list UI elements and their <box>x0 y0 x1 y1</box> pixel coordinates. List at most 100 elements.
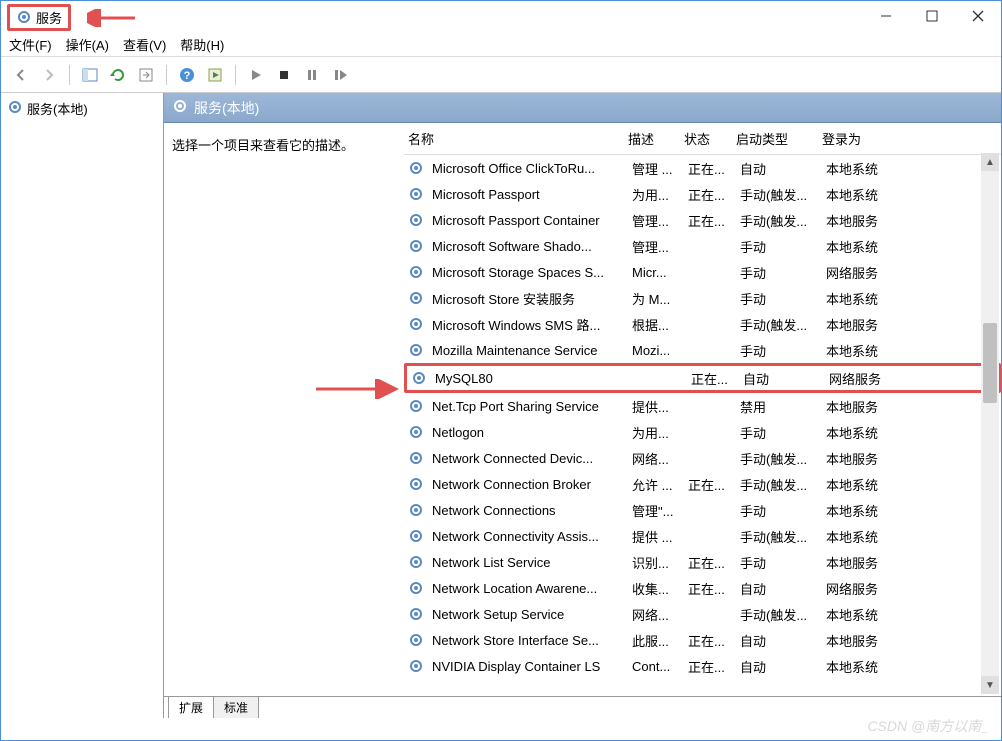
col-header-startup[interactable]: 启动类型 <box>732 123 818 154</box>
service-desc: 收集... <box>628 579 684 598</box>
service-icon <box>408 580 424 596</box>
minimize-button[interactable] <box>863 1 909 31</box>
service-logon: 本地系统 <box>822 605 902 624</box>
services-icon <box>16 9 32 25</box>
service-logon: 本地系统 <box>822 657 902 676</box>
scroll-thumb[interactable] <box>983 323 997 403</box>
service-startup: 手动 <box>736 341 822 360</box>
service-icon <box>408 342 424 358</box>
service-row[interactable]: Network Connection Broker允许 ...正在...手动(触… <box>404 471 1001 497</box>
service-row[interactable]: Netlogon为用...手动本地系统 <box>404 419 1001 445</box>
service-row[interactable]: Network Connected Devic...网络...手动(触发...本… <box>404 445 1001 471</box>
service-row[interactable]: Network Store Interface Se...此服...正在...自… <box>404 627 1001 653</box>
service-row[interactable]: Network Connectivity Assis...提供 ...手动(触发… <box>404 523 1001 549</box>
scroll-down-button[interactable]: ▼ <box>981 676 999 694</box>
menu-help[interactable]: 帮助(H) <box>180 35 224 54</box>
service-logon: 本地系统 <box>822 341 902 360</box>
service-status: 正在... <box>684 159 736 178</box>
scrollbar[interactable]: ▲ ▼ <box>981 153 999 694</box>
service-name: Mozilla Maintenance Service <box>428 343 628 358</box>
service-startup: 手动(触发... <box>736 449 822 468</box>
service-status: 正在... <box>687 369 739 388</box>
service-icon <box>408 212 424 228</box>
export-button[interactable] <box>134 63 158 87</box>
service-icon <box>408 632 424 648</box>
service-startup: 自动 <box>739 369 825 388</box>
service-startup: 手动(触发... <box>736 211 822 230</box>
pause-service-button[interactable] <box>300 63 324 87</box>
service-desc: 管理 ... <box>628 159 684 178</box>
service-icon <box>408 450 424 466</box>
service-icon <box>408 424 424 440</box>
service-startup: 自动 <box>736 657 822 676</box>
help-button[interactable]: ? <box>175 63 199 87</box>
service-row[interactable]: Network Connections管理"...手动本地系统 <box>404 497 1001 523</box>
service-row[interactable]: Microsoft Windows SMS 路...根据...手动(触发...本… <box>404 311 1001 337</box>
service-desc: 为用... <box>628 185 684 204</box>
service-desc: 此服... <box>628 631 684 650</box>
service-desc: 网络... <box>628 605 684 624</box>
service-name: Network Connection Broker <box>428 477 628 492</box>
toolbar-separator <box>69 65 70 85</box>
service-logon: 网络服务 <box>822 579 902 598</box>
service-logon: 本地系统 <box>822 289 902 308</box>
menu-action[interactable]: 操作(A) <box>66 35 109 54</box>
service-icon <box>408 476 424 492</box>
service-desc: 根据... <box>628 315 684 334</box>
col-header-status[interactable]: 状态 <box>680 123 732 154</box>
service-status: 正在... <box>684 211 736 230</box>
service-icon <box>408 160 424 176</box>
service-desc: 提供 ... <box>628 527 684 546</box>
start-service-button[interactable] <box>244 63 268 87</box>
close-button[interactable] <box>955 1 1001 31</box>
svg-text:?: ? <box>184 70 191 82</box>
service-name: Microsoft Passport <box>428 187 628 202</box>
service-row[interactable]: Microsoft Passport Container管理...正在...手动… <box>404 207 1001 233</box>
menubar: 文件(F) 操作(A) 查看(V) 帮助(H) <box>1 33 1001 57</box>
service-row[interactable]: Microsoft Passport为用...正在...手动(触发...本地系统 <box>404 181 1001 207</box>
service-row[interactable]: Microsoft Storage Spaces S...Micr...手动网络… <box>404 259 1001 285</box>
service-row[interactable]: Microsoft Store 安装服务为 M...手动本地系统 <box>404 285 1001 311</box>
description-prompt: 选择一个项目来查看它的描述。 <box>172 138 354 153</box>
service-name: Network Location Awarene... <box>428 581 628 596</box>
menu-view[interactable]: 查看(V) <box>123 35 166 54</box>
service-row[interactable]: Network Location Awarene...收集...正在...自动网… <box>404 575 1001 601</box>
tab-standard[interactable]: 标准 <box>213 696 259 718</box>
restart-service-button[interactable] <box>328 63 352 87</box>
service-row[interactable]: NVIDIA Display Container LSCont...正在...自… <box>404 653 1001 679</box>
menu-file[interactable]: 文件(F) <box>9 35 52 54</box>
col-header-logon[interactable]: 登录为 <box>818 123 898 154</box>
service-name: Netlogon <box>428 425 628 440</box>
service-row[interactable]: Mozilla Maintenance ServiceMozi...手动本地系统 <box>404 337 1001 363</box>
panel-body: 选择一个项目来查看它的描述。 名称 描述 状态 启动类型 登录为 Microso… <box>164 123 1001 696</box>
service-name: Microsoft Store 安装服务 <box>428 289 628 308</box>
maximize-button[interactable] <box>909 1 955 31</box>
list-body: Microsoft Office ClickToRu...管理 ...正在...… <box>404 155 1001 679</box>
service-row[interactable]: Net.Tcp Port Sharing Service提供...禁用本地服务 <box>404 393 1001 419</box>
service-row[interactable]: Microsoft Office ClickToRu...管理 ...正在...… <box>404 155 1001 181</box>
service-row[interactable]: MySQL80正在...自动网络服务 <box>404 363 1001 393</box>
nav-back-button[interactable] <box>9 63 33 87</box>
service-row[interactable]: Network List Service识别...正在...手动本地服务 <box>404 549 1001 575</box>
service-icon <box>408 186 424 202</box>
watermark: CSDN @南方以南_ <box>867 716 989 736</box>
service-name: Microsoft Windows SMS 路... <box>428 315 628 334</box>
service-row[interactable]: Network Setup Service网络...手动(触发...本地系统 <box>404 601 1001 627</box>
show-hide-tree-button[interactable] <box>78 63 102 87</box>
scroll-up-button[interactable]: ▲ <box>981 153 999 171</box>
service-name: Network Connectivity Assis... <box>428 529 628 544</box>
service-desc: 识别... <box>628 553 684 572</box>
stop-service-button[interactable] <box>272 63 296 87</box>
tree-root-item[interactable]: 服务(本地) <box>5 97 159 120</box>
list-header: 名称 描述 状态 启动类型 登录为 <box>404 123 1001 155</box>
service-logon: 本地服务 <box>822 553 902 572</box>
service-status: 正在... <box>684 579 736 598</box>
tab-extended[interactable]: 扩展 <box>168 696 214 718</box>
nav-forward-button[interactable] <box>37 63 61 87</box>
properties-button[interactable] <box>203 63 227 87</box>
col-header-name[interactable]: 名称 <box>404 123 624 154</box>
service-row[interactable]: Microsoft Software Shado...管理...手动本地系统 <box>404 233 1001 259</box>
refresh-button[interactable] <box>106 63 130 87</box>
service-icon <box>408 528 424 544</box>
col-header-desc[interactable]: 描述 <box>624 123 680 154</box>
